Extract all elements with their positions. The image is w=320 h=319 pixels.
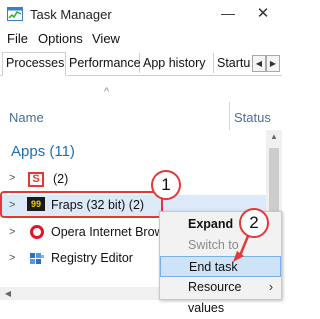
column-header-name[interactable]: Name — [9, 110, 44, 125]
context-menu-switch-to[interactable]: Switch to — [160, 235, 281, 256]
horizontal-scrollbar[interactable] — [0, 287, 160, 300]
expand-chevron-icon[interactable]: > — [9, 172, 15, 184]
tab-scroll-left-icon[interactable]: ◀ — [252, 55, 266, 72]
expand-chevron-icon[interactable]: > — [9, 226, 15, 238]
step-badge-2: 2 — [239, 208, 269, 238]
column-header-status[interactable]: Status — [234, 110, 271, 125]
window-title: Task Manager — [30, 7, 112, 22]
tab-performance[interactable]: Performance — [66, 53, 141, 73]
menu-view[interactable]: View — [92, 31, 120, 46]
group-header-apps: Apps (11) — [11, 143, 75, 160]
scroll-up-icon[interactable]: ▲ — [266, 130, 282, 144]
registry-icon — [30, 253, 44, 264]
tab-startup[interactable]: Startu — [214, 53, 252, 73]
step-badge-1: 1 — [151, 170, 181, 200]
column-divider[interactable] — [229, 102, 230, 130]
expand-chevron-icon[interactable]: > — [9, 252, 15, 264]
menu-options[interactable]: Options — [38, 31, 83, 46]
process-name: Registry Editor — [51, 251, 133, 265]
task-manager-icon — [7, 7, 23, 21]
annotation-highlight-box — [0, 191, 163, 218]
s-app-icon: S — [28, 172, 44, 187]
context-menu-end-task[interactable]: End task — [160, 256, 281, 277]
tab-scroll-right-icon[interactable]: ▶ — [266, 55, 280, 72]
process-name: (2) — [53, 172, 69, 186]
scroll-left-icon[interactable]: ◀ — [2, 287, 14, 300]
close-button[interactable]: ✕ — [248, 4, 278, 26]
sort-chevron-icon[interactable]: ^ — [104, 86, 109, 98]
context-menu-resource-values[interactable]: Resource values — [160, 277, 281, 315]
tab-app-history[interactable]: App history — [140, 53, 214, 73]
tab-processes[interactable]: Processes — [2, 52, 66, 76]
minimize-button[interactable]: — — [216, 4, 240, 26]
opera-icon — [30, 225, 44, 239]
process-name: Opera Internet Brows — [51, 225, 159, 239]
menu-file[interactable]: File — [7, 31, 28, 46]
